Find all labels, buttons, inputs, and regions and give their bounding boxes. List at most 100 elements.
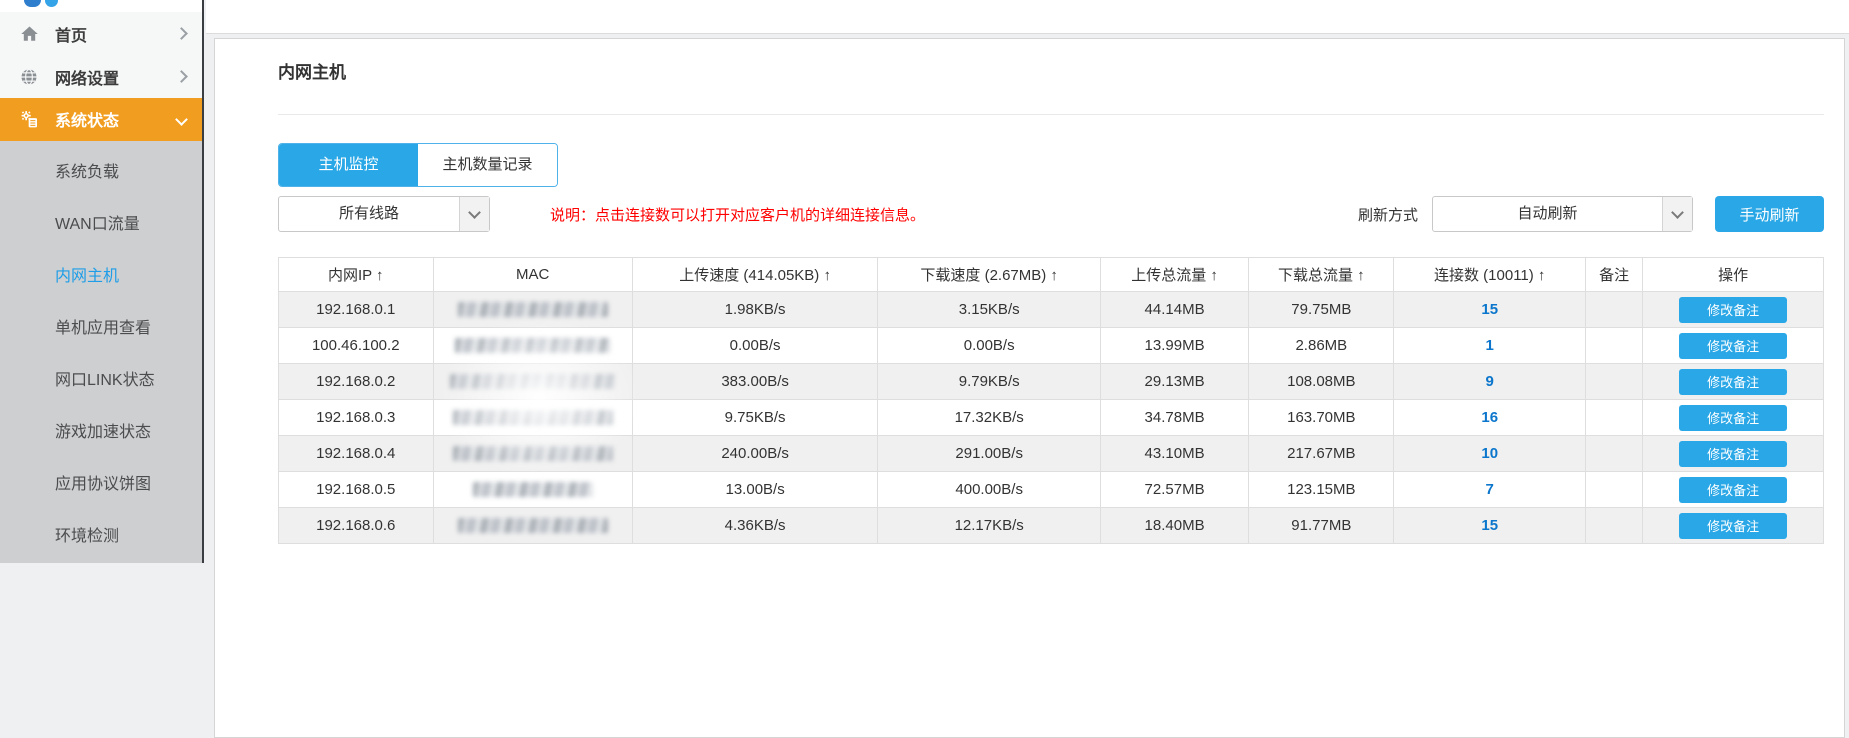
hint-text: 说明：点击连接数可以打开对应客户机的详细连接信息。 [550,204,925,225]
mac-cell [433,472,632,508]
logo-icon [24,0,41,7]
action-cell: 修改备注 [1643,472,1824,508]
sidebar-subitem[interactable]: 游戏加速状态 [0,407,202,459]
page-title: 内网主机 [278,63,1824,83]
connections-cell: 1 [1394,328,1586,364]
table-header-row: 内网IP ↑MAC上传速度 (414.05KB) ↑下载速度 (2.67MB) … [279,258,1824,292]
edit-remark-button[interactable]: 修改备注 [1679,405,1787,431]
sidebar-item-label: 首页 [55,22,177,46]
table-row: 192.168.0.39.75KB/s17.32KB/s34.78MB163.7… [279,400,1824,436]
mac-blurred [453,410,613,425]
filter-row: 所有线路 说明：点击连接数可以打开对应客户机的详细连接信息。 刷新方式 自动刷新… [278,196,1824,232]
line-select[interactable]: 所有线路 [278,196,490,232]
action-cell: 修改备注 [1643,364,1824,400]
sidebar: 首页 网络设置 [0,0,204,563]
sidebar-item-home[interactable]: 首页 [0,12,202,55]
sidebar-item-network-settings[interactable]: 网络设置 [0,55,202,98]
edit-remark-button[interactable]: 修改备注 [1679,369,1787,395]
download-total-cell: 123.15MB [1249,472,1394,508]
upload-total-cell: 13.99MB [1100,328,1248,364]
sidebar-item-system-status[interactable]: 系统状态 [0,98,202,141]
refresh-mode-select[interactable]: 自动刷新 [1432,196,1693,232]
download-total-cell: 79.75MB [1249,292,1394,328]
sidebar-subitem[interactable]: 应用协议饼图 [0,459,202,511]
edit-remark-button[interactable]: 修改备注 [1679,513,1787,539]
upload-total-cell: 72.57MB [1100,472,1248,508]
column-header[interactable]: 连接数 (10011) ↑ [1394,258,1586,292]
column-header[interactable]: 下载速度 (2.67MB) ↑ [878,258,1100,292]
manual-refresh-button[interactable]: 手动刷新 [1715,196,1824,232]
sidebar-subitem[interactable]: WAN口流量 [0,199,202,251]
sidebar-subitem[interactable]: 系统负载 [0,147,202,199]
connections-link[interactable]: 15 [1481,301,1498,318]
download-speed-cell: 3.15KB/s [878,292,1100,328]
connections-link[interactable]: 15 [1481,517,1498,534]
action-cell: 修改备注 [1643,508,1824,544]
connections-link[interactable]: 1 [1486,337,1494,354]
tab-host-count-record[interactable]: 主机数量记录 [418,144,557,186]
sidebar-subitem[interactable]: 环境检测 [0,511,202,563]
sidebar-subitem[interactable]: 网口LINK状态 [0,355,202,407]
edit-remark-button[interactable]: 修改备注 [1679,297,1787,323]
chevron-down-icon [459,197,489,231]
upload-total-cell: 29.13MB [1100,364,1248,400]
column-header: 备注 [1586,258,1643,292]
divider [278,114,1824,115]
mac-cell [433,292,632,328]
remark-cell [1586,436,1643,472]
download-speed-cell: 0.00B/s [878,328,1100,364]
column-header[interactable]: 上传速度 (414.05KB) ↑ [632,258,878,292]
ip-cell: 192.168.0.6 [279,508,434,544]
logo-area [0,0,202,12]
table-row: 192.168.0.2383.00B/s9.79KB/s29.13MB108.0… [279,364,1824,400]
upload-total-cell: 18.40MB [1100,508,1248,544]
gear-icon [18,109,40,129]
ip-cell: 192.168.0.1 [279,292,434,328]
download-speed-cell: 12.17KB/s [878,508,1100,544]
sidebar-subitem[interactable]: 单机应用查看 [0,303,202,355]
tab-host-monitor[interactable]: 主机监控 [279,144,418,186]
download-total-cell: 108.08MB [1249,364,1394,400]
column-header[interactable]: 内网IP ↑ [279,258,434,292]
table-row: 192.168.0.4240.00B/s291.00B/s43.10MB217.… [279,436,1824,472]
connections-link[interactable]: 7 [1486,481,1494,498]
download-total-cell: 2.86MB [1249,328,1394,364]
column-header: 操作 [1643,258,1824,292]
remark-cell [1586,292,1643,328]
edit-remark-button[interactable]: 修改备注 [1679,477,1787,503]
column-header[interactable]: 下载总流量 ↑ [1249,258,1394,292]
upload-speed-cell: 13.00B/s [632,472,878,508]
connections-link[interactable]: 10 [1481,445,1498,462]
sidebar-subitem[interactable]: 内网主机 [0,251,202,303]
mac-blurred [455,338,610,353]
connections-link[interactable]: 16 [1481,409,1498,426]
mac-blurred [458,302,608,317]
mac-cell [433,400,632,436]
home-icon [18,24,40,44]
download-speed-cell: 17.32KB/s [878,400,1100,436]
table-row: 192.168.0.11.98KB/s3.15KB/s44.14MB79.75M… [279,292,1824,328]
ip-cell: 192.168.0.2 [279,364,434,400]
edit-remark-button[interactable]: 修改备注 [1679,333,1787,359]
download-speed-cell: 291.00B/s [878,436,1100,472]
table-row: 192.168.0.513.00B/s400.00B/s72.57MB123.1… [279,472,1824,508]
connections-link[interactable]: 9 [1486,373,1494,390]
action-cell: 修改备注 [1643,400,1824,436]
connections-cell: 16 [1394,400,1586,436]
column-header[interactable]: 上传总流量 ↑ [1100,258,1248,292]
host-table: 内网IP ↑MAC上传速度 (414.05KB) ↑下载速度 (2.67MB) … [278,257,1824,544]
sidebar-submenu: 系统负载WAN口流量内网主机单机应用查看网口LINK状态游戏加速状态应用协议饼图… [0,141,202,563]
action-cell: 修改备注 [1643,292,1824,328]
edit-remark-button[interactable]: 修改备注 [1679,441,1787,467]
ip-cell: 192.168.0.3 [279,400,434,436]
table-row: 192.168.0.64.36KB/s12.17KB/s18.40MB91.77… [279,508,1824,544]
chevron-right-icon [175,70,188,83]
logo-icon [45,0,58,7]
mac-cell [433,436,632,472]
connections-cell: 15 [1394,508,1586,544]
mac-blurred [453,446,613,461]
connections-cell: 15 [1394,292,1586,328]
upload-speed-cell: 383.00B/s [632,364,878,400]
remark-cell [1586,400,1643,436]
connections-cell: 9 [1394,364,1586,400]
